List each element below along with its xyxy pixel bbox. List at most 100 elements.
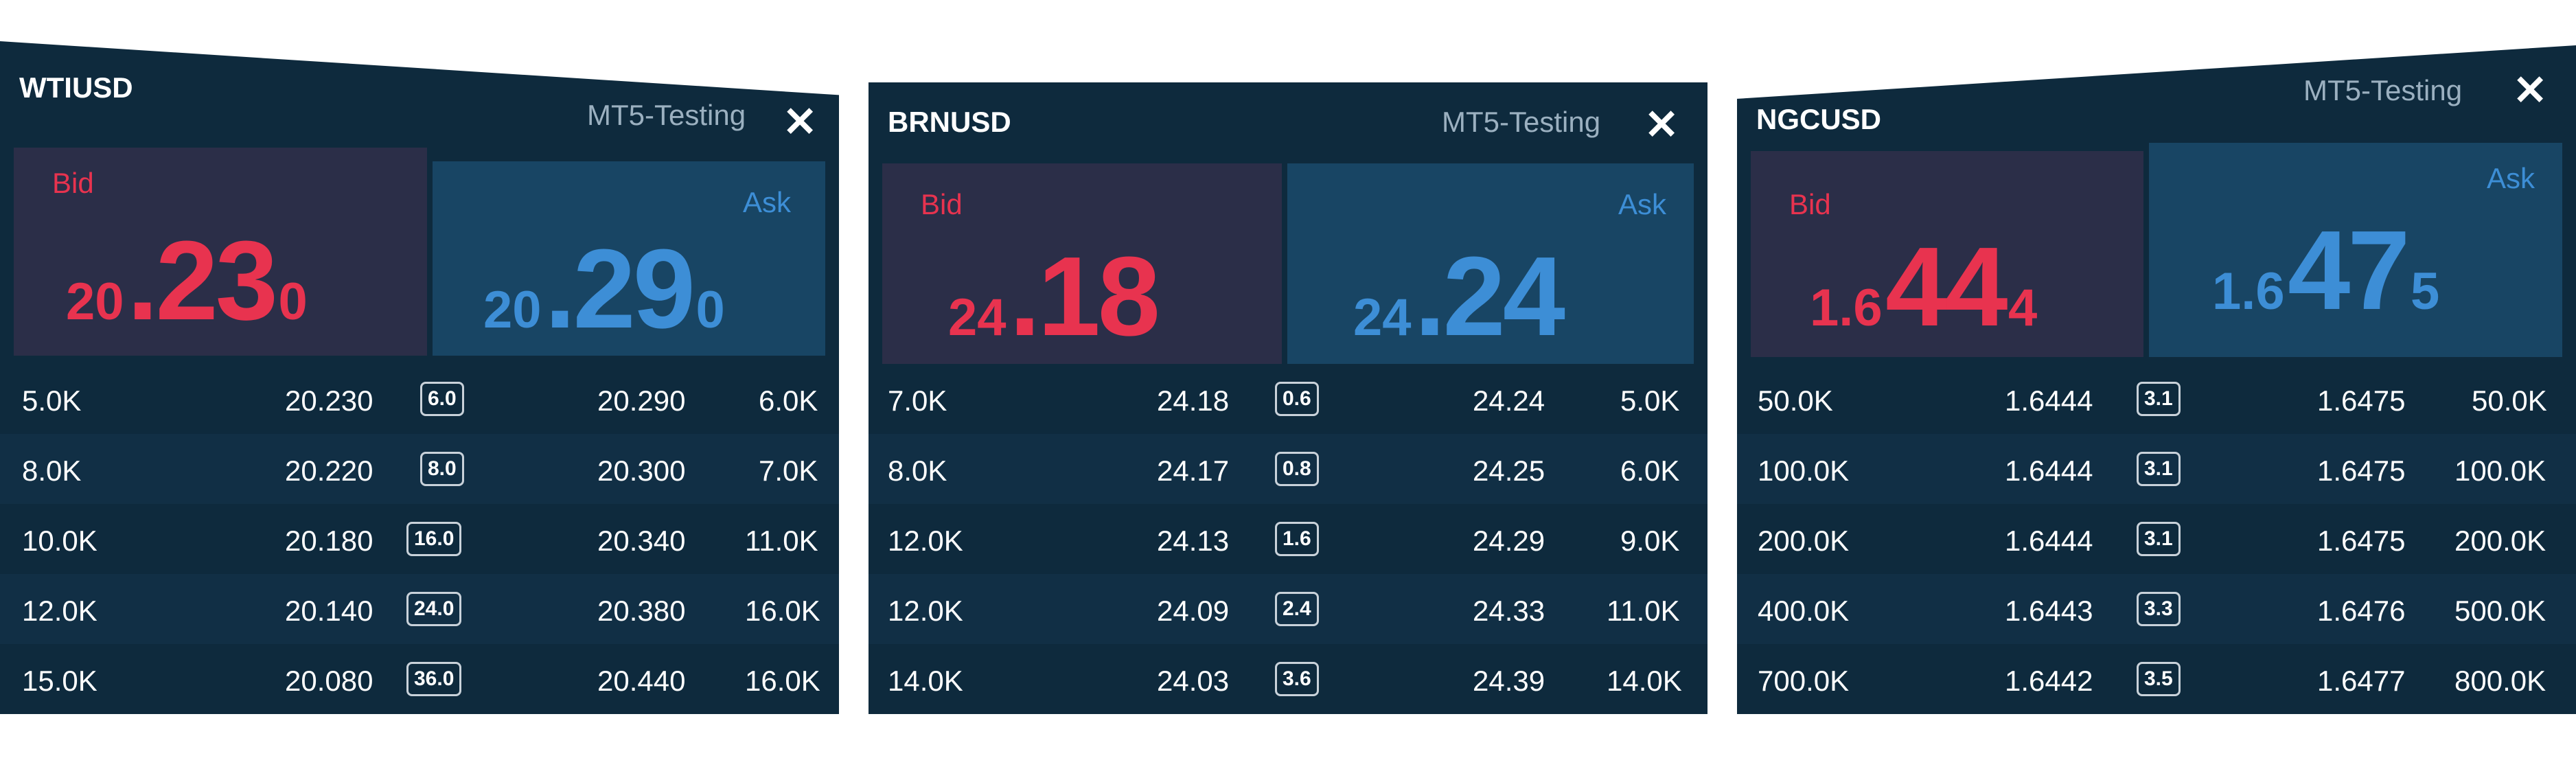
spread-badge: 8.0 (420, 452, 464, 486)
ask-level-price: 20.290 (597, 384, 686, 417)
spread-badge: 3.1 (2137, 382, 2181, 416)
bid-price-main: 44 (1885, 224, 2008, 349)
spread-badge: 3.1 (2137, 522, 2181, 556)
bid-volume: 7.0K (888, 384, 947, 417)
depth-row[interactable]: 400.0K 1.6443 3.3 1.6476 500.0K (1737, 574, 2576, 644)
bid-level-price: 1.6443 (2005, 595, 2093, 627)
ask-quote-button[interactable]: Ask 24 .24 (1287, 163, 1694, 364)
ask-level-price: 24.39 (1473, 665, 1545, 697)
close-icon[interactable]: ✕ (2513, 70, 2547, 111)
ask-price-main: .24 (1414, 233, 1565, 359)
depth-row[interactable]: 50.0K 1.6444 3.1 1.6475 50.0K (1737, 364, 2576, 434)
ask-volume: 50.0K (2472, 384, 2547, 417)
depth-row[interactable]: 200.0K 1.6444 3.1 1.6475 200.0K (1737, 504, 2576, 574)
bid-level-price: 1.6444 (2005, 525, 2093, 557)
spread-badge: 0.6 (1275, 382, 1319, 416)
depth-row[interactable]: 12.0K 20.140 24.0 20.380 16.0K (0, 574, 839, 644)
bid-label: Bid (52, 167, 94, 199)
bid-quote-button[interactable]: Bid 1.6 44 4 (1751, 151, 2143, 357)
depth-row[interactable]: 12.0K 24.09 2.4 24.33 11.0K (869, 574, 1707, 644)
bid-label: Bid (921, 188, 963, 220)
panel-header: BRNUSD MT5-Testing ✕ (869, 82, 1707, 165)
quote-panel-wtiusd: WTIUSD MT5-Testing ✕ Bid 20 .23 0 Ask 20… (0, 41, 839, 714)
ask-label: Ask (2487, 162, 2535, 194)
depth-row[interactable]: 700.0K 1.6442 3.5 1.6477 800.0K (1737, 644, 2576, 714)
bid-quote-button[interactable]: Bid 24 .18 (882, 163, 1282, 364)
symbol-title: NGCUSD (1756, 103, 1882, 135)
bid-volume: 8.0K (22, 455, 82, 487)
quote-panel-ngcusd: NGCUSD MT5-Testing ✕ Bid 1.6 44 4 Ask 1.… (1737, 45, 2576, 714)
depth-row[interactable]: 10.0K 20.180 16.0 20.340 11.0K (0, 504, 839, 574)
bid-level-price: 20.140 (285, 595, 373, 627)
depth-row[interactable]: 7.0K 24.18 0.6 24.24 5.0K (869, 364, 1707, 434)
close-icon[interactable]: ✕ (783, 102, 817, 143)
ask-level-price: 1.6475 (2317, 525, 2406, 557)
depth-row[interactable]: 14.0K 24.03 3.6 24.39 14.0K (869, 644, 1707, 714)
ask-volume: 6.0K (1620, 455, 1680, 487)
ask-level-price: 1.6476 (2317, 595, 2406, 627)
ask-level-price: 1.6475 (2317, 455, 2406, 487)
bid-volume: 15.0K (22, 665, 97, 697)
depth-row[interactable]: 12.0K 24.13 1.6 24.29 9.0K (869, 504, 1707, 574)
ask-level-price: 1.6475 (2317, 384, 2406, 417)
quote-panel-brnusd: BRNUSD MT5-Testing ✕ Bid 24 .18 Ask 24 .… (869, 82, 1707, 714)
depth-row[interactable]: 8.0K 20.220 8.0 20.300 7.0K (0, 434, 839, 504)
spread-badge: 16.0 (406, 522, 462, 556)
spread-badge: 6.0 (420, 382, 464, 416)
bid-level-price: 24.13 (1157, 525, 1230, 557)
ask-volume: 200.0K (2454, 525, 2546, 557)
close-icon[interactable]: ✕ (1644, 104, 1679, 146)
spread-badge: 3.5 (2137, 662, 2181, 696)
bid-level-price: 24.03 (1157, 665, 1230, 697)
ask-price-main: 47 (2288, 207, 2410, 333)
ask-volume: 16.0K (745, 665, 820, 697)
bid-volume: 50.0K (1758, 384, 1833, 417)
ask-quote-button[interactable]: Ask 20 .29 0 (433, 161, 825, 356)
ask-price: 20 .29 0 (483, 225, 725, 354)
bid-volume: 12.0K (22, 595, 97, 627)
depth-row[interactable]: 100.0K 1.6444 3.1 1.6475 100.0K (1737, 434, 2576, 504)
ask-price-prefix: 20 (483, 281, 542, 339)
spread-badge: 3.1 (2137, 452, 2181, 486)
depth-row[interactable]: 5.0K 20.230 6.0 20.290 6.0K (0, 364, 839, 434)
spread-badge: 36.0 (406, 662, 462, 696)
ask-volume: 500.0K (2454, 595, 2546, 627)
ask-level-price: 24.25 (1473, 455, 1545, 487)
ask-volume: 9.0K (1620, 525, 1680, 557)
ask-volume: 14.0K (1607, 665, 1682, 697)
depth-row[interactable]: 8.0K 24.17 0.8 24.25 6.0K (869, 434, 1707, 504)
bid-level-price: 1.6442 (2005, 665, 2093, 697)
bid-price-prefix: 24 (948, 288, 1007, 347)
bid-price-suffix: 0 (278, 273, 308, 331)
panel-header: NGCUSD MT5-Testing ✕ (1737, 45, 2576, 136)
ask-label: Ask (1618, 188, 1667, 220)
server-label: MT5-Testing (2303, 74, 2463, 106)
symbol-title: BRNUSD (888, 106, 1011, 138)
spread-badge: 24.0 (406, 592, 462, 626)
ask-price-suffix: 5 (2410, 262, 2440, 321)
bid-price: 20 .23 0 (66, 216, 308, 345)
bid-volume: 12.0K (888, 525, 963, 557)
bid-label: Bid (1789, 188, 1831, 220)
bid-volume: 700.0K (1758, 665, 1850, 697)
bid-volume: 12.0K (888, 595, 963, 627)
server-label: MT5-Testing (587, 99, 746, 131)
bid-quote-button[interactable]: Bid 20 .23 0 (14, 148, 427, 356)
symbol-title: WTIUSD (19, 71, 133, 104)
ask-level-price: 24.24 (1473, 384, 1545, 417)
ask-price: 1.6 47 5 (2212, 206, 2439, 335)
bid-price: 1.6 44 4 (1810, 222, 2037, 352)
bid-price: 24 .18 (948, 232, 1160, 361)
ask-volume: 100.0K (2454, 455, 2546, 487)
bid-level-price: 20.080 (285, 665, 373, 697)
ask-volume: 5.0K (1620, 384, 1680, 417)
bid-volume: 10.0K (22, 525, 97, 557)
ask-level-price: 24.33 (1473, 595, 1545, 627)
bid-volume: 400.0K (1758, 595, 1850, 627)
bid-level-price: 1.6444 (2005, 455, 2093, 487)
bid-volume: 5.0K (22, 384, 82, 417)
depth-row[interactable]: 15.0K 20.080 36.0 20.440 16.0K (0, 644, 839, 714)
spread-badge: 0.8 (1275, 452, 1319, 486)
ask-level-price: 20.380 (597, 595, 686, 627)
ask-quote-button[interactable]: Ask 1.6 47 5 (2149, 143, 2562, 357)
